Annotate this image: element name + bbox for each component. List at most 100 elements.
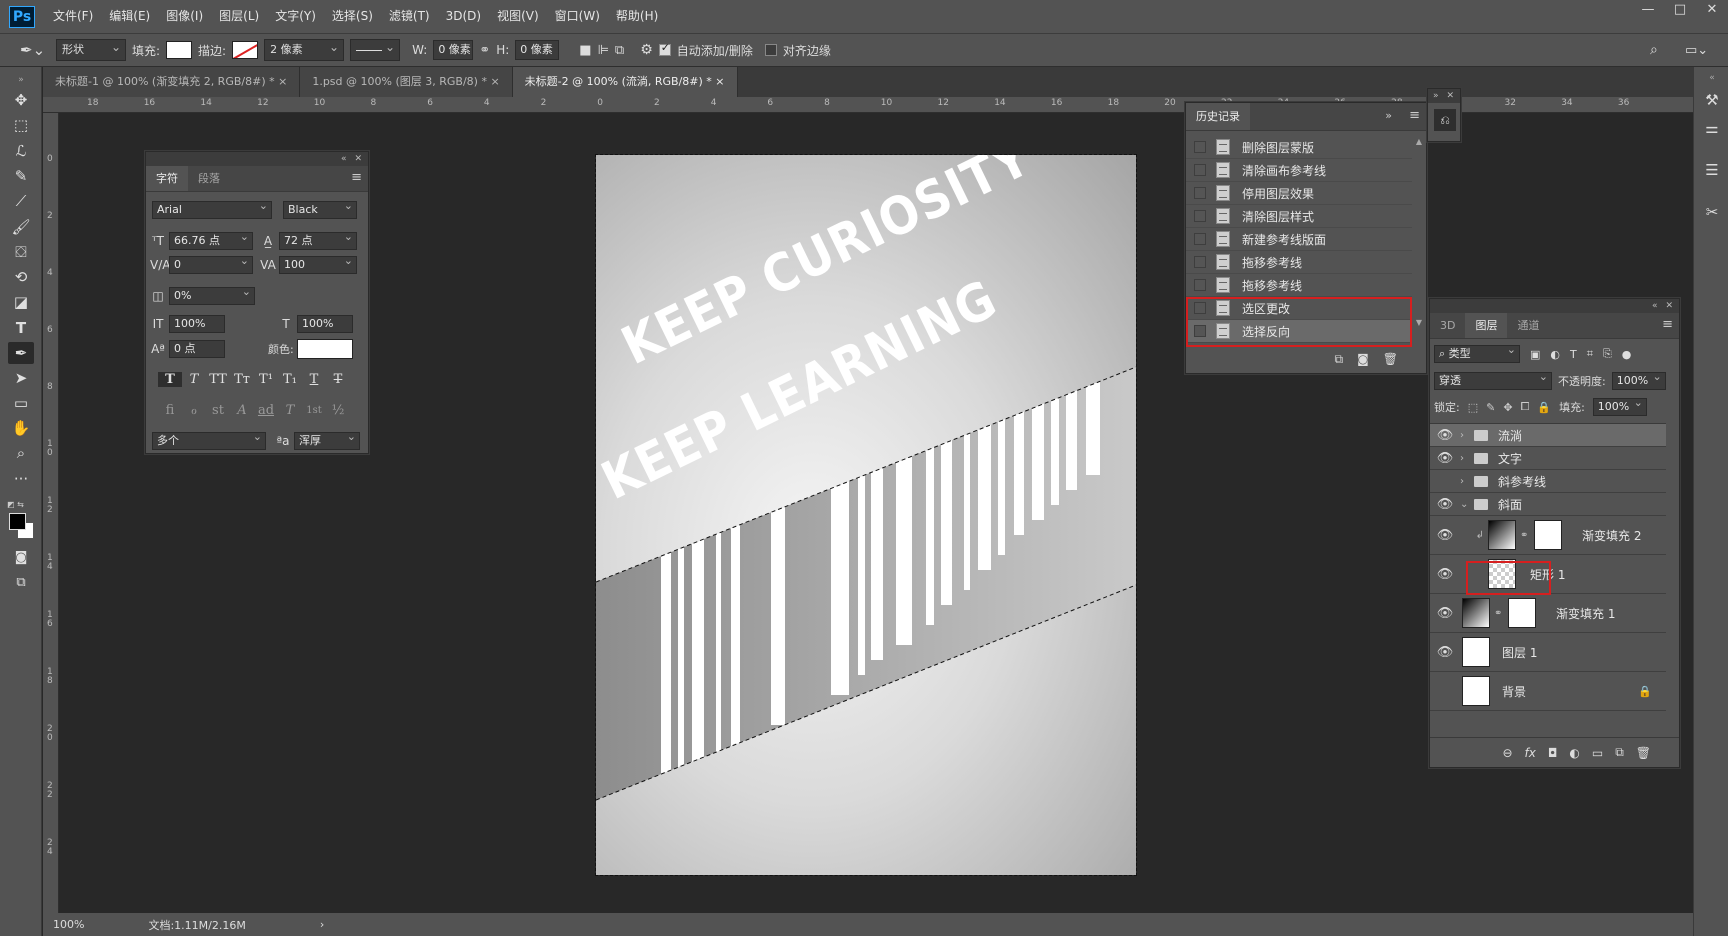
visibility-eye-icon[interactable]: 👁 <box>1430 428 1460 443</box>
quick-select-tool-icon[interactable]: ✎ <box>8 165 34 187</box>
path-ops-icon[interactable]: ■ <box>579 43 591 58</box>
history-source-checkbox[interactable] <box>1194 210 1206 222</box>
chevron-right-icon[interactable]: › <box>1460 476 1474 487</box>
new-document-from-state-icon[interactable]: ⧉ <box>1335 352 1344 367</box>
move-tool-icon[interactable]: ✥ <box>8 89 34 111</box>
layer-row[interactable]: 👁 矩形 1 <box>1430 555 1666 594</box>
horizontal-scale-field[interactable]: 100% <box>297 315 353 333</box>
tab-doc-3[interactable]: 未标题-2 @ 100% (流淌, RGB/8#) * × <box>512 67 738 97</box>
brush-tool-icon[interactable]: 🖌 <box>8 216 34 238</box>
fill-swatch[interactable] <box>166 41 193 59</box>
layer-row[interactable]: › 斜参考线 <box>1430 470 1666 493</box>
history-source-checkbox[interactable] <box>1194 325 1206 337</box>
lock-all-icon[interactable]: 🔒 <box>1537 401 1551 414</box>
new-layer-icon[interactable]: ⧉ <box>1615 745 1624 760</box>
history-source-checkbox[interactable] <box>1194 141 1206 153</box>
history-item[interactable]: 清除图层样式 <box>1186 205 1412 228</box>
menu-item-1[interactable]: 编辑(E) <box>101 0 158 33</box>
close-icon[interactable]: ✕ <box>1446 89 1454 103</box>
link-icon[interactable]: ⚭ <box>1494 608 1504 619</box>
tab-doc-2[interactable]: 1.psd @ 100% (图层 3, RGB/8) * × <box>300 67 513 97</box>
history-item[interactable]: 选择反向 <box>1186 320 1412 343</box>
history-panel-icon[interactable]: ⎌ <box>1434 109 1456 131</box>
titling-alternates-button[interactable]: T <box>278 403 302 418</box>
leading-field[interactable]: 72 点 <box>279 229 357 250</box>
lock-artboard-icon[interactable]: ⧠ <box>1521 400 1530 414</box>
history-source-checkbox[interactable] <box>1194 279 1206 291</box>
chevron-right-icon[interactable]: › <box>1460 453 1474 464</box>
strikethrough-button[interactable]: T <box>326 372 350 387</box>
zoom-tool-icon[interactable]: ⌕ <box>8 442 34 464</box>
collapse-icon[interactable]: « <box>1652 299 1658 313</box>
tab-doc-1[interactable]: 未标题-1 @ 100% (渐变填充 2, RGB/8#) * × <box>43 67 301 97</box>
properties-dock-icon[interactable]: ☰ <box>1701 159 1723 181</box>
layer-row[interactable]: 👁 图层 1 <box>1430 633 1666 672</box>
foreground-color-swatch[interactable] <box>9 513 26 530</box>
chevron-down-icon[interactable]: ⌄ <box>1460 499 1474 510</box>
lock-position-icon[interactable]: ✥ <box>1503 401 1512 414</box>
text-color-swatch[interactable] <box>296 339 353 359</box>
layer-row[interactable]: 👁 ⌄ 斜面 <box>1430 493 1666 516</box>
layer-row[interactable]: 背景 🔒 <box>1430 672 1666 711</box>
fx-icon[interactable]: fx <box>1525 746 1536 760</box>
tab-character[interactable]: 字符 <box>146 166 188 191</box>
snapshot-icon[interactable]: ◙ <box>1357 352 1369 366</box>
scroll-up-icon[interactable]: ▲ <box>1414 137 1424 146</box>
menu-item-5[interactable]: 选择(S) <box>324 0 381 33</box>
history-source-checkbox[interactable] <box>1194 233 1206 245</box>
history-brush-tool-icon[interactable]: ⟲ <box>8 266 34 288</box>
eyedropper-tool-icon[interactable]: ⟋ <box>8 190 34 212</box>
underline-button[interactable]: T <box>302 372 326 387</box>
height-field[interactable]: 0 像素 <box>515 40 560 60</box>
panel-menu-icon[interactable]: ≡ <box>1409 108 1420 123</box>
visibility-eye-icon[interactable]: 👁 <box>1430 567 1460 582</box>
default-colors-icon[interactable]: ◩ ⇆ <box>7 500 24 509</box>
proportional-spacing-field[interactable]: 0% <box>169 284 255 305</box>
close-icon[interactable]: ✕ <box>354 152 362 166</box>
width-field[interactable]: 0 像素 <box>433 40 474 60</box>
menu-item-6[interactable]: 滤镜(T) <box>381 0 438 33</box>
menu-item-9[interactable]: 窗口(W) <box>547 0 608 33</box>
dock-expand-icon[interactable]: « <box>1701 67 1723 89</box>
layer-row[interactable]: 👁 ⚭ 渐变填充 1 <box>1430 594 1666 633</box>
tab-channels[interactable]: 通道 <box>1507 313 1549 338</box>
small-caps-button[interactable]: Tт <box>230 372 254 387</box>
tab-layers[interactable]: 图层 <box>1465 313 1508 338</box>
stroke-width-select[interactable]: 2 像素 <box>264 37 345 61</box>
type-tool-icon[interactable]: T <box>8 317 34 339</box>
history-item[interactable]: 拖移参考线 <box>1186 251 1412 274</box>
marquee-tool-icon[interactable]: ⬚ <box>8 114 34 136</box>
history-item[interactable]: 新建参考线版面 <box>1186 228 1412 251</box>
stamp-tool-icon[interactable]: ⛋ <box>8 241 34 263</box>
close-button[interactable]: ✕ <box>1696 0 1728 22</box>
layer-row[interactable]: 👁 › 流淌 <box>1430 424 1666 447</box>
layer-filter-select[interactable]: ⌕ 类型 <box>1434 342 1520 363</box>
lock-transparent-icon[interactable]: ⬚ <box>1468 401 1478 414</box>
menu-item-7[interactable]: 3D(D) <box>438 0 489 33</box>
close-icon[interactable]: × <box>490 75 499 88</box>
old-style-button[interactable]: ℴ <box>182 403 206 418</box>
lasso-tool-icon[interactable]: ℒ <box>8 140 34 162</box>
ordinals-button[interactable]: 1st <box>302 405 326 416</box>
collapse-icon[interactable]: » <box>1433 89 1439 103</box>
menu-item-10[interactable]: 帮助(H) <box>608 0 666 33</box>
stroke-swatch[interactable] <box>232 41 259 59</box>
filter-pixel-icon[interactable]: ▣ <box>1530 348 1540 361</box>
antialias-select[interactable]: 浑厚 <box>294 429 360 450</box>
quick-mask-icon[interactable]: ◙ <box>8 547 34 569</box>
kerning-field[interactable]: 0 <box>169 253 253 274</box>
path-arrange-icon[interactable]: ⧉ <box>615 43 624 58</box>
faux-bold-button[interactable]: T <box>158 372 182 387</box>
scroll-down-icon[interactable]: ▼ <box>1414 318 1424 327</box>
tools-dock-icon[interactable]: ⚒ <box>1701 89 1723 111</box>
collapse-icon[interactable]: « <box>341 152 347 166</box>
history-item[interactable]: 删除图层蒙版 <box>1186 136 1412 159</box>
menu-item-0[interactable]: 文件(F) <box>45 0 101 33</box>
menu-item-4[interactable]: 文字(Y) <box>267 0 324 33</box>
path-align-icon[interactable]: ⊫ <box>598 43 609 58</box>
history-source-checkbox[interactable] <box>1194 256 1206 268</box>
tab-3d[interactable]: 3D <box>1430 313 1465 338</box>
trash-icon[interactable]: 🗑 <box>1636 746 1651 760</box>
brush-dock-icon[interactable]: ✂ <box>1701 201 1723 223</box>
history-item[interactable]: 选区更改 <box>1186 297 1412 320</box>
